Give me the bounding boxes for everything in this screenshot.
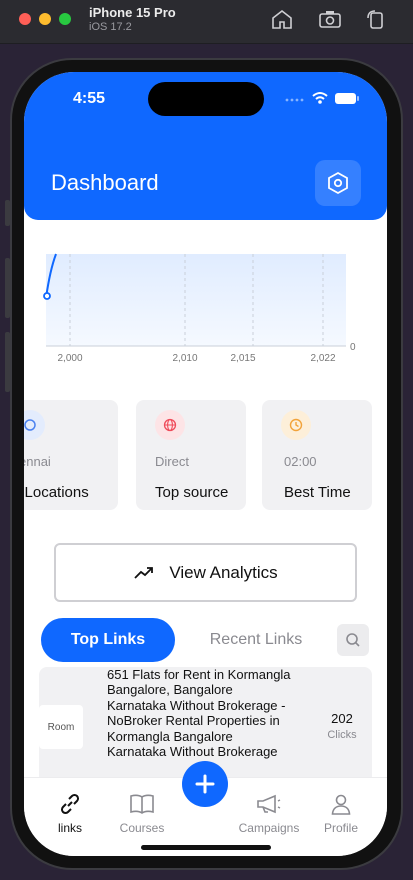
status-time: 4:55 xyxy=(73,90,106,107)
nav-item-courses[interactable]: Courses xyxy=(110,790,174,835)
tab-recent-links[interactable]: Recent Links xyxy=(196,618,316,662)
nav-label: Campaigns xyxy=(238,821,300,835)
globe-icon xyxy=(155,410,185,440)
action-button xyxy=(5,200,10,226)
nav-label: Profile xyxy=(323,821,358,835)
person-icon xyxy=(331,794,351,815)
simulator-titlebar: iPhone 15 Pro iOS 17.2 xyxy=(0,0,413,44)
page-title: Dashboard xyxy=(51,170,159,195)
nav-item-links[interactable]: links xyxy=(38,790,102,835)
book-icon xyxy=(130,794,154,814)
clock-icon xyxy=(281,410,311,440)
data-point xyxy=(43,292,51,300)
nav-label: Courses xyxy=(119,821,165,835)
search-button[interactable] xyxy=(337,624,369,656)
dynamic-island xyxy=(148,82,264,116)
thumb-text: Room xyxy=(47,721,75,733)
signal-icon xyxy=(285,98,304,102)
location-icon xyxy=(24,410,45,440)
chart-area-fill xyxy=(46,254,346,346)
battery-icon xyxy=(335,93,356,104)
nav-item-profile[interactable]: Profile xyxy=(309,790,373,835)
stat-label: Top source xyxy=(155,484,229,501)
nav-item-campaigns[interactable]: Campaigns xyxy=(236,790,302,835)
stat-value: Direct xyxy=(155,454,189,469)
hexagon-settings-icon xyxy=(328,171,348,195)
plus-icon xyxy=(195,774,215,794)
stat-card-best-time[interactable]: 02:00 Best Time xyxy=(262,400,372,510)
volume-up-button xyxy=(5,258,10,318)
status-icons xyxy=(285,92,359,104)
line-chart: 2,000 2,010 2,015 2,022 0 xyxy=(43,253,356,364)
close-window-button[interactable] xyxy=(19,13,31,25)
wifi-icon xyxy=(312,92,328,100)
minimize-window-button[interactable] xyxy=(39,13,51,25)
stat-card-locations[interactable]: ennai p Locations xyxy=(24,400,118,510)
zoom-window-button[interactable] xyxy=(59,13,71,25)
y-tick-label: 0 xyxy=(350,342,356,353)
tab-top-links[interactable]: Top Links xyxy=(41,618,175,662)
stat-card-source[interactable]: Direct Top source xyxy=(136,400,246,510)
search-icon xyxy=(346,633,360,647)
settings-button[interactable] xyxy=(315,160,361,206)
x-tick-label: 2,010 xyxy=(172,353,197,364)
megaphone-icon xyxy=(257,794,281,814)
dashboard-header: 4:55 Dashboard xyxy=(24,72,387,220)
click-count-value: 202 xyxy=(331,711,353,726)
add-link-button[interactable] xyxy=(182,761,228,807)
trending-up-icon xyxy=(134,566,154,579)
link-thumbnail: Room xyxy=(39,705,83,749)
stat-label: p Locations xyxy=(24,484,89,501)
click-count-label: Clicks xyxy=(327,729,357,741)
click-count: 202 Clicks xyxy=(322,711,362,741)
os-version: iOS 17.2 xyxy=(89,21,132,33)
home-icon[interactable] xyxy=(270,8,294,30)
screenshot-icon[interactable] xyxy=(318,8,342,30)
stat-value: ennai xyxy=(24,454,51,469)
x-tick-label: 2,015 xyxy=(230,353,255,364)
nav-label: links xyxy=(57,821,82,835)
link-title: 651 Flats for Rent in Kormangla Bangalor… xyxy=(107,667,291,760)
rotate-icon[interactable] xyxy=(364,8,388,30)
link-icon xyxy=(60,793,80,815)
app-screen: 4:55 Dashboard 2,000 2,010 2,015 2,022 0… xyxy=(24,72,387,856)
view-analytics-label: View Analytics xyxy=(169,562,278,582)
x-tick-label: 2,022 xyxy=(310,353,335,364)
stat-value: 02:00 xyxy=(284,454,317,469)
x-tick-label: 2,000 xyxy=(57,353,82,364)
home-indicator xyxy=(141,845,271,850)
volume-down-button xyxy=(5,332,10,392)
device-name: iPhone 15 Pro xyxy=(89,5,176,20)
view-analytics-button[interactable]: View Analytics xyxy=(54,543,357,602)
stat-label: Best Time xyxy=(284,484,351,501)
stats-row[interactable]: ennai p Locations Direct Top source 0 xyxy=(24,400,387,510)
